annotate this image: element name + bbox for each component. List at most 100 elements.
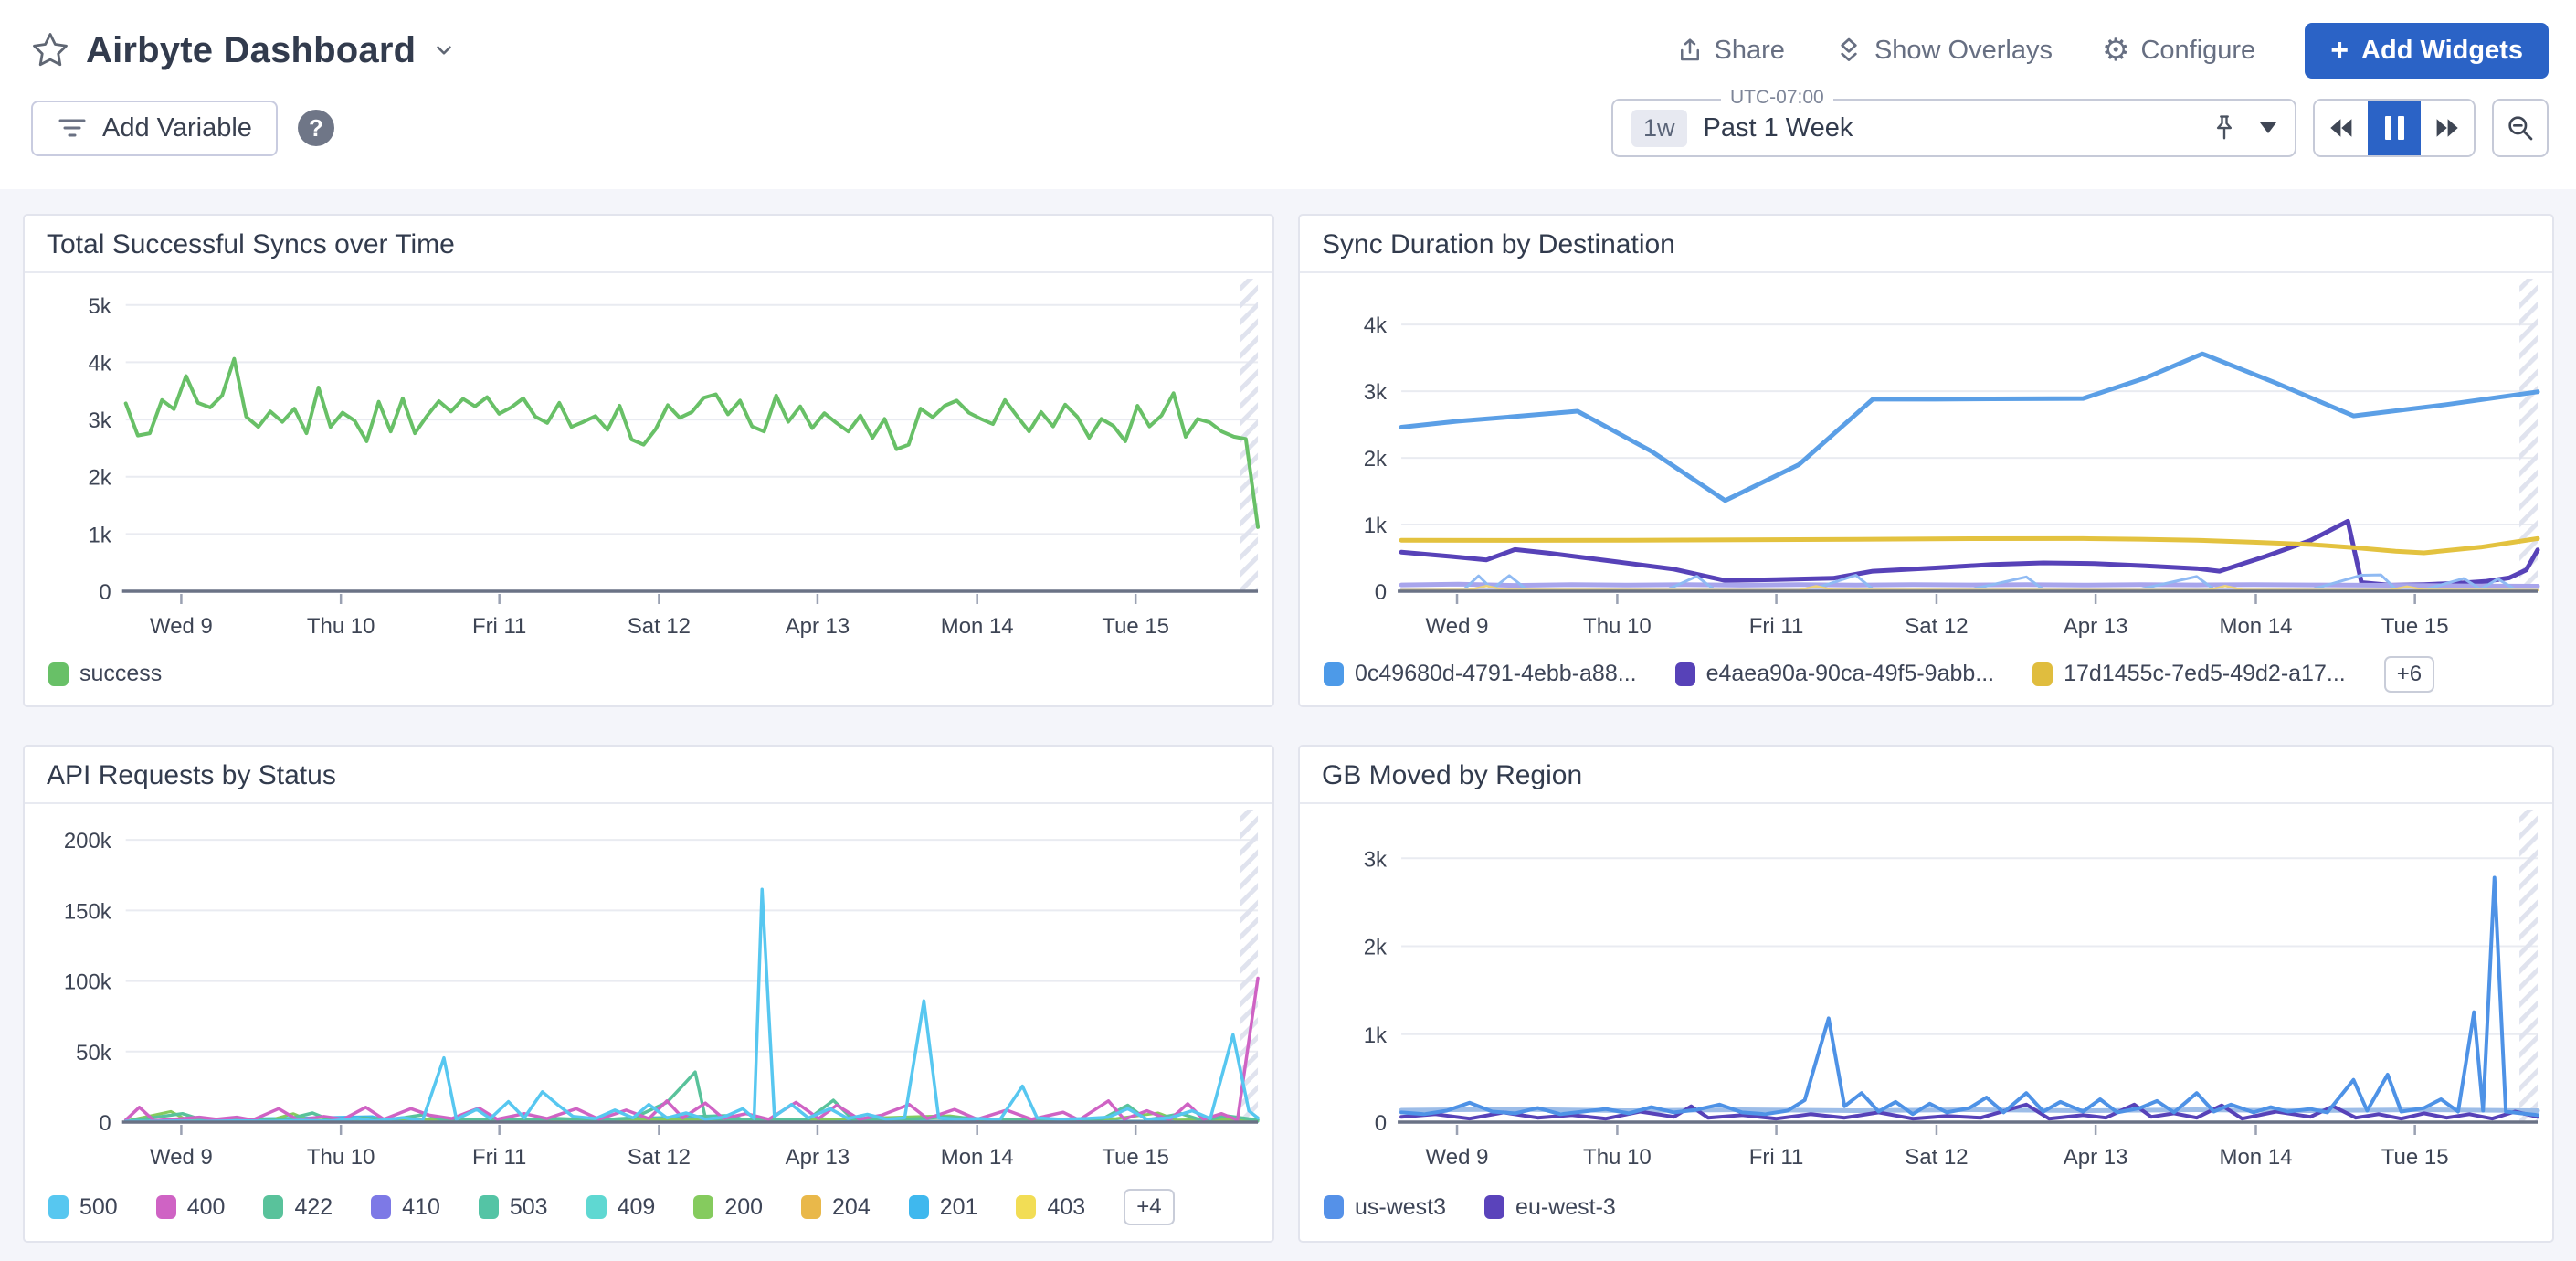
forward-button[interactable]	[2421, 101, 2474, 155]
line-chart-canvas[interactable]: 01k2k3k4kWed 9Thu 10Fri 11Sat 12Apr 13Mo…	[1305, 273, 2547, 650]
fast-forward-icon	[2433, 117, 2461, 139]
legend-label: success	[79, 661, 162, 687]
legend-swatch	[371, 1195, 391, 1219]
svg-text:Thu 10: Thu 10	[307, 1145, 375, 1170]
widget-title: GB Moved by Region	[1300, 747, 2552, 804]
svg-text:200k: 200k	[64, 829, 112, 853]
svg-text:Apr 13: Apr 13	[2064, 614, 2128, 639]
legend-item[interactable]: 403	[1016, 1194, 1085, 1221]
svg-text:4k: 4k	[1364, 313, 1388, 338]
legend-swatch	[1675, 662, 1695, 686]
legend-swatch	[1016, 1195, 1036, 1219]
svg-text:Fri 11: Fri 11	[1749, 614, 1804, 639]
legend-swatch	[2032, 662, 2053, 686]
legend-swatch	[1324, 662, 1344, 686]
legend-swatch	[1484, 1195, 1504, 1219]
svg-text:5k: 5k	[88, 294, 111, 319]
share-icon	[1676, 36, 1704, 65]
svg-text:Mon 14: Mon 14	[2219, 614, 2292, 639]
add-widgets-label: Add Widgets	[2361, 36, 2523, 66]
share-button[interactable]: Share	[1676, 36, 1785, 66]
legend-label: 410	[402, 1194, 440, 1221]
svg-text:Tue 15: Tue 15	[2381, 1145, 2449, 1170]
pin-icon[interactable]	[2211, 112, 2238, 143]
legend-item[interactable]: eu-west-3	[1484, 1194, 1616, 1221]
svg-text:1k: 1k	[88, 523, 111, 547]
legend-swatch	[263, 1195, 283, 1219]
svg-text:Wed 9: Wed 9	[150, 1145, 213, 1170]
show-overlays-button[interactable]: Show Overlays	[1834, 36, 2053, 66]
widget-total-successful-syncs: Total Successful Syncs over Time 01k2k3k…	[23, 214, 1274, 707]
legend-item[interactable]: 422	[263, 1194, 333, 1221]
configure-label: Configure	[2140, 36, 2255, 66]
legend-item[interactable]: 409	[586, 1194, 656, 1221]
pause-button[interactable]	[2368, 101, 2421, 155]
svg-text:150k: 150k	[64, 899, 112, 924]
legend-more-button[interactable]: +6	[2384, 656, 2434, 693]
svg-text:0: 0	[1375, 580, 1387, 605]
configure-button[interactable]: ⚙ Configure	[2102, 35, 2255, 66]
line-chart-canvas[interactable]: 01k2k3k4k5kWed 9Thu 10Fri 11Sat 12Apr 13…	[30, 273, 1267, 650]
legend-more-button[interactable]: +4	[1124, 1189, 1174, 1225]
legend-item[interactable]: 201	[909, 1194, 978, 1221]
legend-item[interactable]: 400	[156, 1194, 226, 1221]
svg-text:2k: 2k	[1364, 447, 1388, 472]
legend-item[interactable]: success	[48, 661, 162, 687]
svg-text:0: 0	[99, 580, 111, 605]
legend-item[interactable]: 0c49680d-4791-4ebb-a88...	[1324, 661, 1637, 687]
zoom-out-button[interactable]	[2492, 99, 2549, 157]
legend-label: 422	[294, 1194, 333, 1221]
legend-swatch	[48, 1195, 69, 1219]
svg-text:4k: 4k	[88, 351, 111, 376]
legend-item[interactable]: 200	[693, 1194, 763, 1221]
legend-label: 403	[1047, 1194, 1085, 1221]
zoom-out-icon	[2506, 113, 2535, 143]
legend-label: 409	[618, 1194, 656, 1221]
svg-text:Mon 14: Mon 14	[2219, 1145, 2292, 1170]
svg-text:0: 0	[99, 1111, 111, 1136]
legend-item[interactable]: 17d1455c-7ed5-49d2-a17...	[2032, 661, 2346, 687]
line-chart-canvas[interactable]: 01k2k3kWed 9Thu 10Fri 11Sat 12Apr 13Mon …	[1305, 804, 2547, 1181]
time-range-picker[interactable]: UTC-07:00 1w Past 1 Week	[1611, 99, 2296, 157]
legend-swatch	[479, 1195, 499, 1219]
legend-item[interactable]: 410	[371, 1194, 440, 1221]
legend-item[interactable]: us-west3	[1324, 1194, 1446, 1221]
svg-text:3k: 3k	[1364, 380, 1388, 405]
legend-item[interactable]: 503	[479, 1194, 548, 1221]
legend-item[interactable]: e4aea90a-90ca-49f5-9abb...	[1675, 661, 1995, 687]
widget-title: Sync Duration by Destination	[1300, 216, 2552, 273]
chevron-down-icon[interactable]	[432, 38, 456, 62]
svg-text:100k: 100k	[64, 970, 112, 995]
legend-label: 500	[79, 1194, 118, 1221]
svg-text:Fri 11: Fri 11	[472, 614, 526, 639]
add-variable-button[interactable]: Add Variable	[31, 101, 278, 156]
widget-gb-moved-by-region: GB Moved by Region 01k2k3kWed 9Thu 10Fri…	[1298, 745, 2554, 1243]
rewind-button[interactable]	[2315, 101, 2368, 155]
rewind-icon	[2328, 117, 2355, 139]
svg-text:Apr 13: Apr 13	[2064, 1145, 2128, 1170]
legend-swatch	[693, 1195, 713, 1219]
add-widgets-button[interactable]: + Add Widgets	[2305, 23, 2549, 79]
legend-swatch	[48, 662, 69, 686]
legend-swatch	[156, 1195, 176, 1219]
time-range-shortcut[interactable]: 1w	[1631, 110, 1687, 147]
gear-icon: ⚙	[2102, 35, 2129, 66]
timezone-label: UTC-07:00	[1721, 87, 1833, 109]
legend-item[interactable]: 500	[48, 1194, 118, 1221]
svg-text:Mon 14: Mon 14	[941, 1145, 1014, 1170]
show-overlays-label: Show Overlays	[1874, 36, 2053, 66]
svg-text:0: 0	[1375, 1111, 1387, 1136]
legend-item[interactable]: 204	[801, 1194, 871, 1221]
star-icon[interactable]	[31, 31, 69, 69]
svg-text:Apr 13: Apr 13	[786, 1145, 850, 1170]
add-variable-label: Add Variable	[102, 113, 252, 143]
caret-down-icon[interactable]	[2260, 122, 2276, 133]
svg-text:Fri 11: Fri 11	[1749, 1145, 1804, 1170]
top-header: Airbyte Dashboard Share Show Overlays ⚙ …	[0, 0, 2576, 189]
svg-text:Thu 10: Thu 10	[1583, 614, 1652, 639]
dashboard-grid: Total Successful Syncs over Time 01k2k3k…	[0, 189, 2576, 1261]
legend-label: 204	[832, 1194, 871, 1221]
line-chart-canvas[interactable]: 050k100k150k200kWed 9Thu 10Fri 11Sat 12A…	[30, 804, 1267, 1181]
svg-text:Thu 10: Thu 10	[1583, 1145, 1652, 1170]
help-icon[interactable]: ?	[298, 110, 334, 146]
